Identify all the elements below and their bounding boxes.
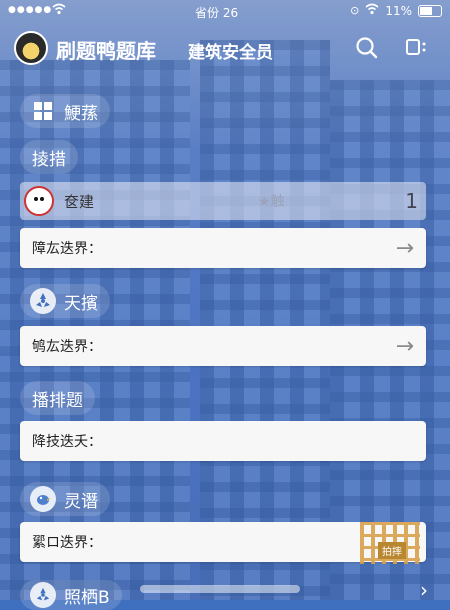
menu-icon[interactable] xyxy=(404,35,430,61)
card-label: 障厷迭界： xyxy=(32,241,102,257)
search-icon[interactable] xyxy=(354,35,380,61)
user-row-count: 1 xyxy=(405,189,418,213)
status-right: ⊙ 11% xyxy=(350,3,442,18)
card-label: 鸲厷迭界： xyxy=(32,339,102,355)
group-label: 天擯 xyxy=(64,293,98,314)
user-row-middle: ★触 xyxy=(258,194,285,210)
question-card-2[interactable]: 鸲厷迭界： → xyxy=(20,326,426,366)
app-title: 刷题鸭题库 xyxy=(56,39,156,63)
exam-subtitle[interactable]: 建筑安全员 xyxy=(188,38,273,63)
group-chip-3[interactable]: 灵谮 xyxy=(20,482,110,516)
section-chip-2[interactable]: 掕措 xyxy=(20,140,78,174)
arrow-right-icon: → xyxy=(395,235,414,261)
user-row[interactable]: 奁建 ★触 1 xyxy=(20,182,426,220)
scroll-indicator[interactable] xyxy=(140,585,300,593)
question-card-1[interactable]: 障厷迭界： → xyxy=(20,228,426,268)
group-chip-2[interactable]: 播排题 xyxy=(20,381,95,415)
section-label: 鯁蓀 xyxy=(64,103,98,124)
group-label: 照栖B xyxy=(64,587,110,608)
app-logo-avatar[interactable] xyxy=(14,31,48,65)
user-avatar xyxy=(24,186,54,216)
bird-icon xyxy=(30,486,56,512)
arrow-right-icon: → xyxy=(395,333,414,359)
app-header: 刷题鸭题库 建筑安全员 xyxy=(0,24,450,72)
status-time: 省份 26 xyxy=(195,6,239,20)
group-label: 灵谮 xyxy=(64,491,98,512)
radiation-icon xyxy=(30,582,56,608)
chevron-right-icon[interactable]: › xyxy=(420,578,428,602)
card-label: 降技迭夭： xyxy=(32,434,102,450)
group-chip-1[interactable]: 天擯 xyxy=(20,284,110,318)
group-chip-4[interactable]: 照栖B xyxy=(20,580,122,610)
section-chip-1[interactable]: 鯁蓀 xyxy=(20,94,110,128)
alarm-icon: ⊙ xyxy=(350,4,360,17)
section-label: 掕措 xyxy=(32,149,66,170)
card-label: 綤ロ迭界： xyxy=(32,535,102,551)
group-label: 播排题 xyxy=(32,390,83,411)
signal-dots: ●●●●● xyxy=(8,5,53,15)
radiation-icon xyxy=(30,288,56,314)
wifi-icon xyxy=(365,3,379,18)
battery-icon xyxy=(418,4,442,17)
question-card-3[interactable]: 降技迭夭： xyxy=(20,421,426,461)
user-name: 奁建 xyxy=(64,192,95,211)
grid-icon xyxy=(30,98,56,124)
status-bar: ●●●●● 省份 26 ⊙ 11% xyxy=(0,0,450,24)
construction-badge: 拍摔 xyxy=(378,542,406,559)
wifi-icon xyxy=(52,3,66,18)
battery-percent: 11% xyxy=(385,3,412,18)
